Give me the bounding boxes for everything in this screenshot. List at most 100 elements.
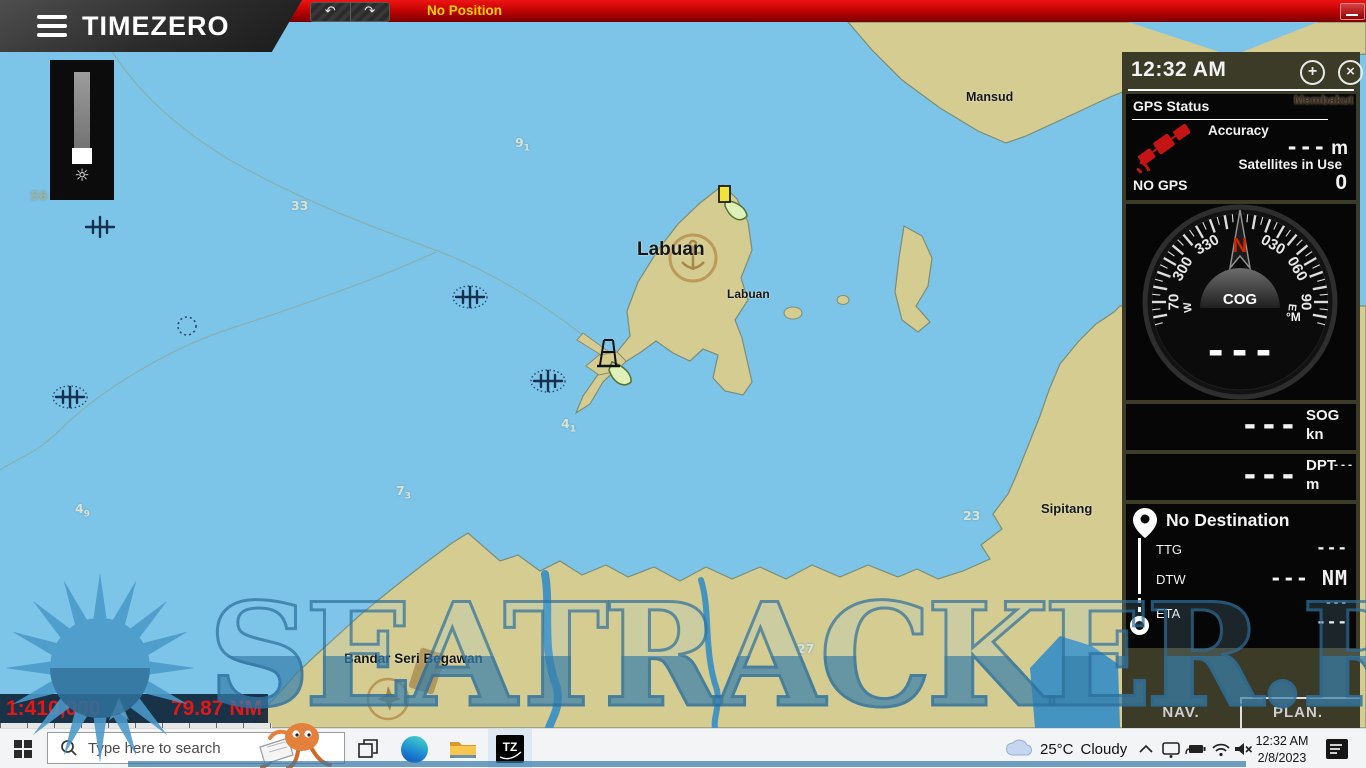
redo-button[interactable]: ↷ [351,3,390,21]
battery-tray-button[interactable] [1182,729,1210,768]
dpt-unit: m [1306,476,1319,493]
depth-contour [0,252,436,470]
cast-tray-button[interactable] [1158,729,1184,768]
cast-icon [1161,741,1181,758]
cog-compass-box[interactable]: W70300330003006090E N COG --- °M [1126,204,1356,400]
brightness-slider-handle[interactable] [72,148,92,164]
svg-text:90: 90 [1298,294,1315,311]
place-label-labuan-island: Labuan [637,239,705,261]
start-button[interactable] [0,729,46,768]
svg-text:W: W [1182,301,1195,313]
timezero-app-icon: TZ [496,735,524,763]
depth-sounding: 33 [291,198,308,217]
place-label-bandar: Bandar Seri Begawan [344,651,483,666]
taskbar-clock[interactable]: 12:32 AM 2/8/2023 [1248,733,1316,767]
route-line [1138,538,1141,594]
close-panel-icon[interactable]: × [1338,60,1363,85]
dtw-value: --- NM [1270,566,1348,590]
dpt-extra-value: --- [1333,460,1354,471]
depth-sounding: 41 [561,416,576,435]
eta-value: --- [1316,612,1348,631]
svg-text:70: 70 [1166,294,1183,311]
eta-label: ETA [1156,606,1180,621]
app-title: TIMEZERO [82,11,230,42]
chart-scale-bar[interactable]: 1:410,000 79.87 NM [0,694,268,723]
tray-expand-button[interactable] [1134,729,1158,768]
timezero-taskbar-button[interactable]: TZ [488,729,532,768]
windows-logo-icon [14,740,32,758]
dtw-label: DTW [1156,572,1186,587]
undo-redo-group: ↶ ↷ [310,2,390,22]
undo-button[interactable]: ↶ [311,3,350,21]
gps-status-box[interactable]: GPS Status NO GPS Accuracy --- m Satelli [1126,94,1356,200]
land-peninsula [895,226,932,332]
tab-nav[interactable]: NAV. [1122,704,1240,721]
action-center-icon [1325,738,1349,760]
dpt-label: DPT [1306,457,1336,474]
place-label-sipitang: Sipitang [1041,501,1092,516]
add-navdata-icon[interactable]: + [1300,60,1325,85]
weather-cloud-icon[interactable] [1002,729,1036,768]
compass-gauge: W70300330003006090E N COG --- [1126,204,1356,400]
minimize-icon [1346,14,1358,16]
search-highlight-octopus [240,721,344,768]
land-labuan [576,185,752,413]
brightness-panel: ☼ [50,60,114,200]
dpt-box[interactable]: --- DPT --- m [1126,454,1356,500]
islet [837,296,849,305]
navdata-clock: 12:32 AM [1131,58,1226,82]
destination-pin-icon [1132,507,1158,539]
compass-unit: °M [1286,310,1301,324]
islet [784,307,802,319]
depth-sounding: 91 [515,135,530,154]
depth-sounding: 56 [30,188,47,207]
action-center-button[interactable] [1322,729,1352,768]
north-indicator: N [1233,235,1247,257]
depth-sounding: 23 [963,508,980,527]
weather-temp: 25°C [1040,741,1074,758]
wreck-symbol [53,386,87,408]
file-explorer-button[interactable] [440,729,486,768]
minimize-button[interactable] [1340,3,1365,20]
edge-browser-button[interactable] [392,729,436,768]
menu-hamburger-icon[interactable] [37,15,67,42]
anchorage-circle [178,317,196,335]
sog-box[interactable]: --- SOG kn [1126,404,1356,450]
place-label-membakut: Membakut [1294,93,1353,107]
taskbar-weather[interactable]: 25°C Cloudy [1040,729,1127,768]
satellites-value: 0 [1335,171,1347,195]
place-label-labuan-town: Labuan [727,287,770,301]
task-view-button[interactable] [348,729,388,768]
gps-status-title: GPS Status [1133,98,1209,114]
tab-plan[interactable]: PLAN. [1242,704,1354,721]
battery-charging-icon [1184,742,1208,756]
windows-taskbar: TZ 25°C Cloudy [0,728,1366,768]
weather-condition: Cloudy [1081,741,1128,758]
scale-arrow-icon [108,698,130,720]
route-end-ring [1130,616,1149,635]
wifi-icon [1211,742,1231,757]
scale-width: 79.87 NM [171,697,262,721]
destination-title: No Destination [1166,510,1289,531]
destination-box[interactable]: No Destination TTG --- DTW --- NM ETA --… [1126,504,1356,648]
depth-sounding: 49 [75,501,90,520]
navdata-tab-bar: NAV. PLAN. [1122,697,1360,728]
brightness-sun-icon[interactable]: ☼ [50,166,114,186]
ttg-label: TTG [1156,542,1182,557]
search-input[interactable] [86,739,260,758]
wreck-symbol [86,217,114,237]
depth-sounding: 73 [396,483,411,502]
timezero-app-window: Mansud Labuan Labuan Sipitang Bandar Ser… [0,0,1366,768]
navdata-panel: 12:32 AM + × GPS Status NO GPS Accu [1122,52,1360,728]
scale-ratio: 1:410,000 [6,697,101,721]
sog-value: --- [1206,408,1298,443]
eta-value-top: --- [1325,596,1348,609]
place-label-mansud: Mansud [966,90,1013,104]
wreck-symbol [453,286,487,308]
cog-label: COG [1223,291,1257,308]
chevron-up-icon [1139,744,1153,754]
satellite-icon [1134,124,1190,176]
ttg-value: --- [1316,538,1348,557]
sog-unit: kn [1306,426,1324,443]
no-gps-label: NO GPS [1133,177,1187,193]
